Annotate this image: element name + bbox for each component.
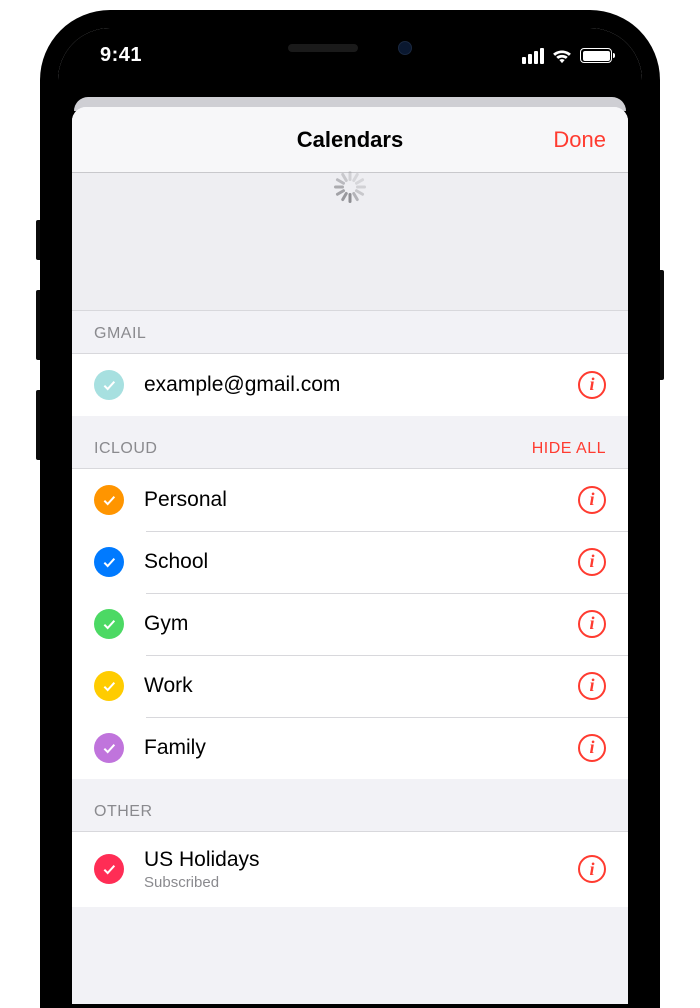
info-icon[interactable]: i	[578, 734, 606, 762]
phone-frame: 9:41 Calendars Done	[40, 10, 660, 1008]
calendar-row-icloud-4[interactable]: Family i	[72, 717, 628, 779]
wifi-icon	[551, 48, 573, 64]
calendar-row-other-0[interactable]: US Holidays Subscribed i	[72, 832, 628, 907]
info-icon[interactable]: i	[578, 371, 606, 399]
nav-title: Calendars	[297, 127, 403, 153]
checkmark-icon[interactable]	[94, 733, 124, 763]
info-icon[interactable]: i	[578, 486, 606, 514]
calendar-label: Work	[144, 674, 558, 698]
info-icon[interactable]: i	[578, 548, 606, 576]
spinner-icon	[333, 193, 367, 227]
done-button[interactable]: Done	[553, 127, 606, 153]
checkmark-icon[interactable]	[94, 370, 124, 400]
notch	[220, 28, 480, 68]
calendar-label: Family	[144, 736, 558, 760]
calendar-row-gmail-0[interactable]: example@gmail.com i	[72, 354, 628, 416]
calendar-sublabel: Subscribed	[144, 874, 558, 891]
calendar-row-icloud-2[interactable]: Gym i	[72, 593, 628, 655]
front-camera	[398, 41, 412, 55]
calendar-label: School	[144, 550, 558, 574]
checkmark-icon[interactable]	[94, 854, 124, 884]
hide-all-button[interactable]: HIDE ALL	[532, 440, 606, 458]
section-label-other: OTHER	[94, 803, 153, 821]
checkmark-icon[interactable]	[94, 671, 124, 701]
section-label-gmail: GMAIL	[94, 325, 146, 343]
cellular-signal-icon	[522, 48, 544, 64]
info-icon[interactable]: i	[578, 672, 606, 700]
calendar-label: US Holidays	[144, 848, 558, 872]
side-buttons-left	[36, 220, 40, 490]
checkmark-icon[interactable]	[94, 547, 124, 577]
modal-backdrop: Calendars Done	[58, 83, 642, 1008]
calendars-sheet: Calendars Done	[72, 107, 628, 1004]
calendar-row-icloud-3[interactable]: Work i	[72, 655, 628, 717]
calendar-row-icloud-1[interactable]: School i	[72, 531, 628, 593]
status-time: 9:41	[100, 44, 142, 67]
section-label-icloud: ICLOUD	[94, 440, 157, 458]
info-icon[interactable]: i	[578, 855, 606, 883]
calendar-row-icloud-0[interactable]: Personal i	[72, 469, 628, 531]
calendar-label: Personal	[144, 488, 558, 512]
info-icon[interactable]: i	[578, 610, 606, 638]
section-header-icloud: ICLOUD HIDE ALL	[72, 416, 628, 468]
calendar-label: Gym	[144, 612, 558, 636]
status-indicators	[522, 48, 612, 64]
checkmark-icon[interactable]	[94, 485, 124, 515]
section-header-gmail: GMAIL	[72, 311, 628, 353]
side-button-right	[660, 270, 664, 380]
checkmark-icon[interactable]	[94, 609, 124, 639]
phone-screen: 9:41 Calendars Done	[58, 28, 642, 1008]
battery-icon	[580, 48, 612, 63]
calendar-label: example@gmail.com	[144, 373, 558, 397]
speaker	[288, 44, 358, 52]
section-header-other: OTHER	[72, 779, 628, 831]
loading-area	[72, 173, 628, 311]
nav-bar: Calendars Done	[72, 107, 628, 173]
